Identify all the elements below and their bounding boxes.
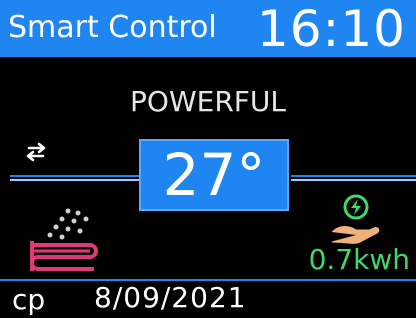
temperature-value: 27° <box>162 141 266 209</box>
swap-arrows-icon[interactable] <box>24 142 48 162</box>
date-display: 8/09/2021 <box>94 281 247 314</box>
energy-hand-icon <box>331 194 380 244</box>
control-screen: Smart Control 16:10 POWERFUL 27° 0.7kwh … <box>0 0 416 318</box>
app-title: Smart Control <box>8 10 217 45</box>
mode-label[interactable]: POWERFUL <box>0 86 416 118</box>
header-bar: Smart Control 16:10 <box>0 0 416 57</box>
divider-left <box>10 175 140 181</box>
temperature-display[interactable]: 27° <box>139 139 289 211</box>
user-code: cp <box>12 283 46 316</box>
energy-usage-value: 0.7kwh <box>308 243 410 276</box>
clock: 16:10 <box>256 0 406 58</box>
heater-spray-icon <box>30 208 98 271</box>
divider-right <box>291 175 416 181</box>
